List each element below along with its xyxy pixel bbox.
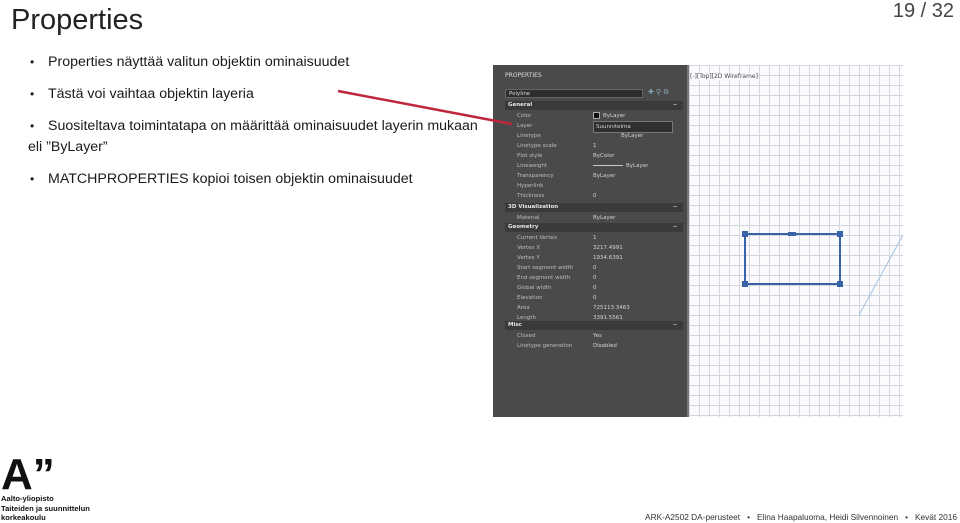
logo-text: Aalto-yliopisto Taiteiden ja suunnittelu… — [1, 494, 90, 523]
authors: Elina Haapaluoma, Heidi Silvennoinen — [756, 512, 899, 522]
course-code: ARK-A2502 DA-perusteet — [645, 512, 741, 522]
footer-info: ARK-A2502 DA-perusteet • Elina Haapaluoma,… — [645, 512, 957, 522]
logo-line: Taiteiden ja suunnittelun — [1, 503, 90, 513]
logo-line: korkeakoulu — [1, 513, 46, 522]
logo-line: Aalto-yliopisto — [1, 494, 54, 503]
pointer-arrow — [337, 89, 513, 126]
logo-mark: A” — [1, 452, 55, 492]
term: Kevät 2016 — [915, 512, 957, 522]
aalto-logo-icon: A” — [1, 452, 55, 492]
